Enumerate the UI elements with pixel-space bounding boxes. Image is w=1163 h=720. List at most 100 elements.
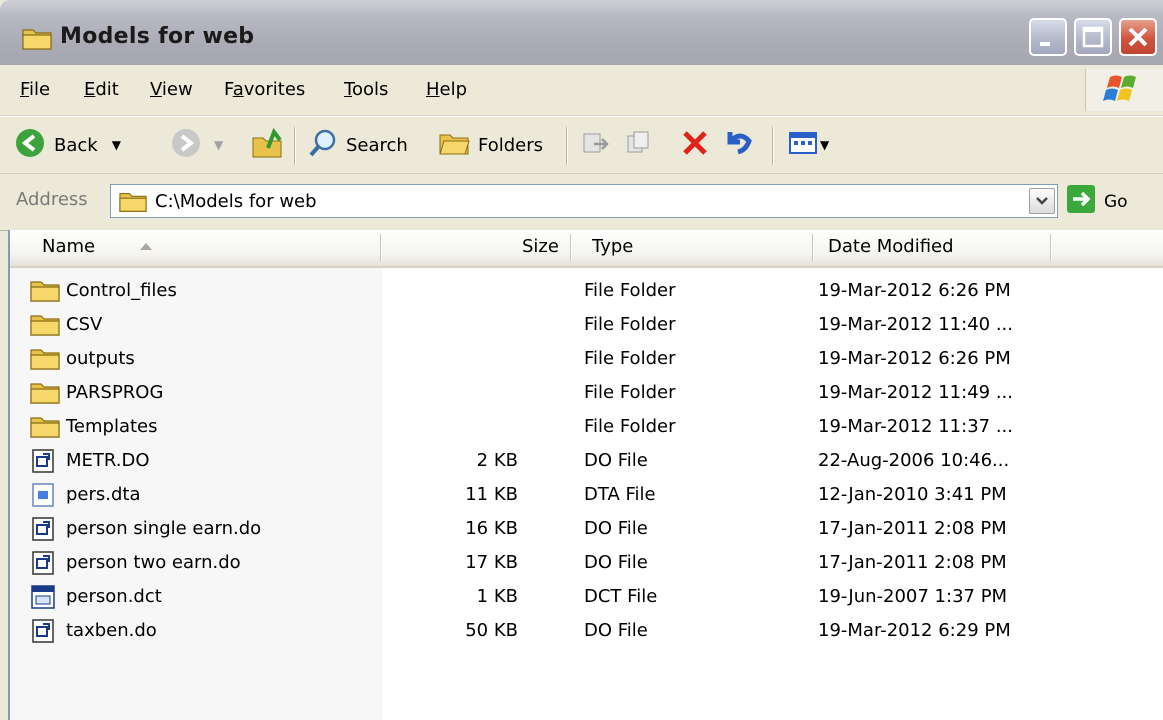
- search-button[interactable]: Search: [308, 127, 408, 163]
- folders-button[interactable]: Folders: [438, 127, 543, 163]
- do-file-icon: [30, 550, 56, 581]
- file-size: 50 KB: [465, 620, 518, 641]
- folder-icon: [119, 189, 147, 218]
- minimize-button[interactable]: [1029, 18, 1067, 56]
- folder-icon: [30, 278, 60, 307]
- go-label: Go: [1104, 191, 1128, 212]
- back-dropdown-icon[interactable]: ▼: [112, 138, 121, 152]
- views-button[interactable]: ▼: [788, 127, 829, 163]
- file-date-modified: 19-Mar-2012 6:26 PM: [818, 280, 1011, 301]
- close-button[interactable]: [1119, 18, 1157, 56]
- file-date-modified: 19-Jun-2007 1:37 PM: [818, 586, 1008, 607]
- windows-flag-icon: [1103, 75, 1136, 101]
- address-input[interactable]: C:\Models for web: [110, 184, 1058, 218]
- file-row[interactable]: outputs File Folder 19-Mar-2012 6:26 PM: [10, 342, 1110, 375]
- file-date-modified: 19-Mar-2012 11:40 ...: [818, 314, 1013, 335]
- minimize-icon: [1031, 38, 1065, 59]
- header-name[interactable]: Name: [42, 236, 95, 257]
- copy-to-button[interactable]: [624, 127, 654, 163]
- go-arrow-icon: [1066, 184, 1096, 219]
- file-date-modified: 19-Mar-2012 6:29 PM: [818, 620, 1011, 641]
- header-size[interactable]: Size: [522, 236, 559, 257]
- column-divider[interactable]: [812, 234, 814, 262]
- file-row[interactable]: Templates File Folder 19-Mar-2012 11:37 ..…: [10, 410, 1110, 443]
- back-arrow-icon: [14, 127, 46, 164]
- windows-logo: [1085, 69, 1163, 111]
- address-value: C:\Models for web: [155, 191, 317, 212]
- file-size: 2 KB: [476, 450, 518, 471]
- file-type: DTA File: [584, 484, 656, 505]
- column-divider[interactable]: [1050, 234, 1052, 262]
- menu-edit[interactable]: Edit: [84, 79, 119, 100]
- toolbar-separator: [566, 127, 568, 165]
- folder-icon: [30, 312, 60, 341]
- column-divider[interactable]: [380, 234, 382, 262]
- do-file-icon: [30, 448, 56, 479]
- file-row[interactable]: person.dct 1 KB DCT File 19-Jun-2007 1:37 P…: [10, 580, 1110, 613]
- file-date-modified: 17-Jan-2011 2:08 PM: [818, 518, 1007, 539]
- file-name: pers.dta: [66, 484, 141, 505]
- file-row[interactable]: METR.DO 2 KB DO File 22-Aug-2006 10:46...: [10, 444, 1110, 477]
- forward-button[interactable]: ▼: [170, 127, 223, 163]
- file-row[interactable]: taxben.do 50 KB DO File 19-Mar-2012 6:29 PM: [10, 614, 1110, 647]
- undo-button[interactable]: [722, 127, 754, 163]
- maximize-button[interactable]: [1074, 18, 1112, 56]
- do-file-icon: [30, 618, 56, 649]
- file-type: File Folder: [584, 382, 676, 403]
- close-icon: [1121, 27, 1155, 59]
- folder-icon: [30, 414, 60, 443]
- standard-toolbar: Back ▼ ▼ Search Folders ▼: [0, 116, 1163, 174]
- delete-button[interactable]: [680, 127, 710, 163]
- file-row[interactable]: CSV File Folder 19-Mar-2012 11:40 ...: [10, 308, 1110, 341]
- menu-tools[interactable]: Tools: [344, 79, 388, 100]
- file-date-modified: 19-Mar-2012 6:26 PM: [818, 348, 1011, 369]
- file-name: person two earn.do: [66, 552, 241, 573]
- file-list[interactable]: Name Size Type Date Modified Control_fil…: [8, 230, 1163, 720]
- folders-label: Folders: [478, 134, 544, 156]
- file-name: CSV: [66, 314, 103, 335]
- address-dropdown-button[interactable]: [1029, 188, 1055, 214]
- menu-favorites[interactable]: Favorites: [224, 79, 305, 100]
- file-type: File Folder: [584, 416, 676, 437]
- sort-ascending-icon: [138, 238, 154, 259]
- file-row[interactable]: person single earn.do 16 KB DO File 17-Jan-…: [10, 512, 1110, 545]
- header-type[interactable]: Type: [592, 236, 633, 257]
- column-divider[interactable]: [570, 234, 572, 262]
- menu-help[interactable]: Help: [426, 79, 467, 100]
- menu-file[interactable]: File: [20, 79, 50, 100]
- file-name: taxben.do: [66, 620, 157, 641]
- toolbar-separator: [294, 127, 296, 165]
- views-dropdown-icon: ▼: [820, 138, 830, 152]
- file-row[interactable]: person two earn.do 17 KB DO File 17-Jan-201…: [10, 546, 1110, 579]
- file-date-modified: 22-Aug-2006 10:46...: [818, 450, 1010, 471]
- header-date-modified[interactable]: Date Modified: [828, 236, 954, 257]
- back-button[interactable]: Back ▼: [14, 127, 121, 163]
- toolbar-separator: [772, 127, 774, 165]
- file-name: person single earn.do: [66, 518, 262, 539]
- menu-view[interactable]: View: [150, 79, 193, 100]
- file-type: DO File: [584, 450, 648, 471]
- file-type: DO File: [584, 620, 648, 641]
- move-to-icon: [580, 128, 610, 163]
- up-folder-button[interactable]: [250, 127, 284, 163]
- file-row[interactable]: Control_files File Folder 19-Mar-2012 6:26…: [10, 274, 1110, 307]
- dct-file-icon: [30, 584, 56, 615]
- move-to-button[interactable]: [580, 127, 610, 163]
- go-button[interactable]: Go: [1066, 184, 1128, 219]
- copy-to-icon: [624, 128, 654, 163]
- chevron-down-icon: [1030, 197, 1054, 218]
- file-type: File Folder: [584, 348, 676, 369]
- forward-dropdown-icon[interactable]: ▼: [214, 138, 223, 152]
- delete-icon: [680, 128, 710, 163]
- folder-icon: [30, 346, 60, 375]
- up-folder-icon: [250, 126, 284, 165]
- explorer-window: Models for web File Edit View Favorites …: [0, 0, 1163, 720]
- file-size: 16 KB: [465, 518, 518, 539]
- undo-icon: [722, 128, 754, 163]
- file-row[interactable]: pers.dta 11 KB DTA File 12-Jan-2010 3:41 PM: [10, 478, 1110, 511]
- file-date-modified: 19-Mar-2012 11:37 ...: [818, 416, 1013, 437]
- file-type: DCT File: [584, 586, 658, 607]
- file-name: METR.DO: [66, 450, 150, 471]
- file-type: File Folder: [584, 280, 676, 301]
- file-row[interactable]: PARSPROG File Folder 19-Mar-2012 11:49 ...: [10, 376, 1110, 409]
